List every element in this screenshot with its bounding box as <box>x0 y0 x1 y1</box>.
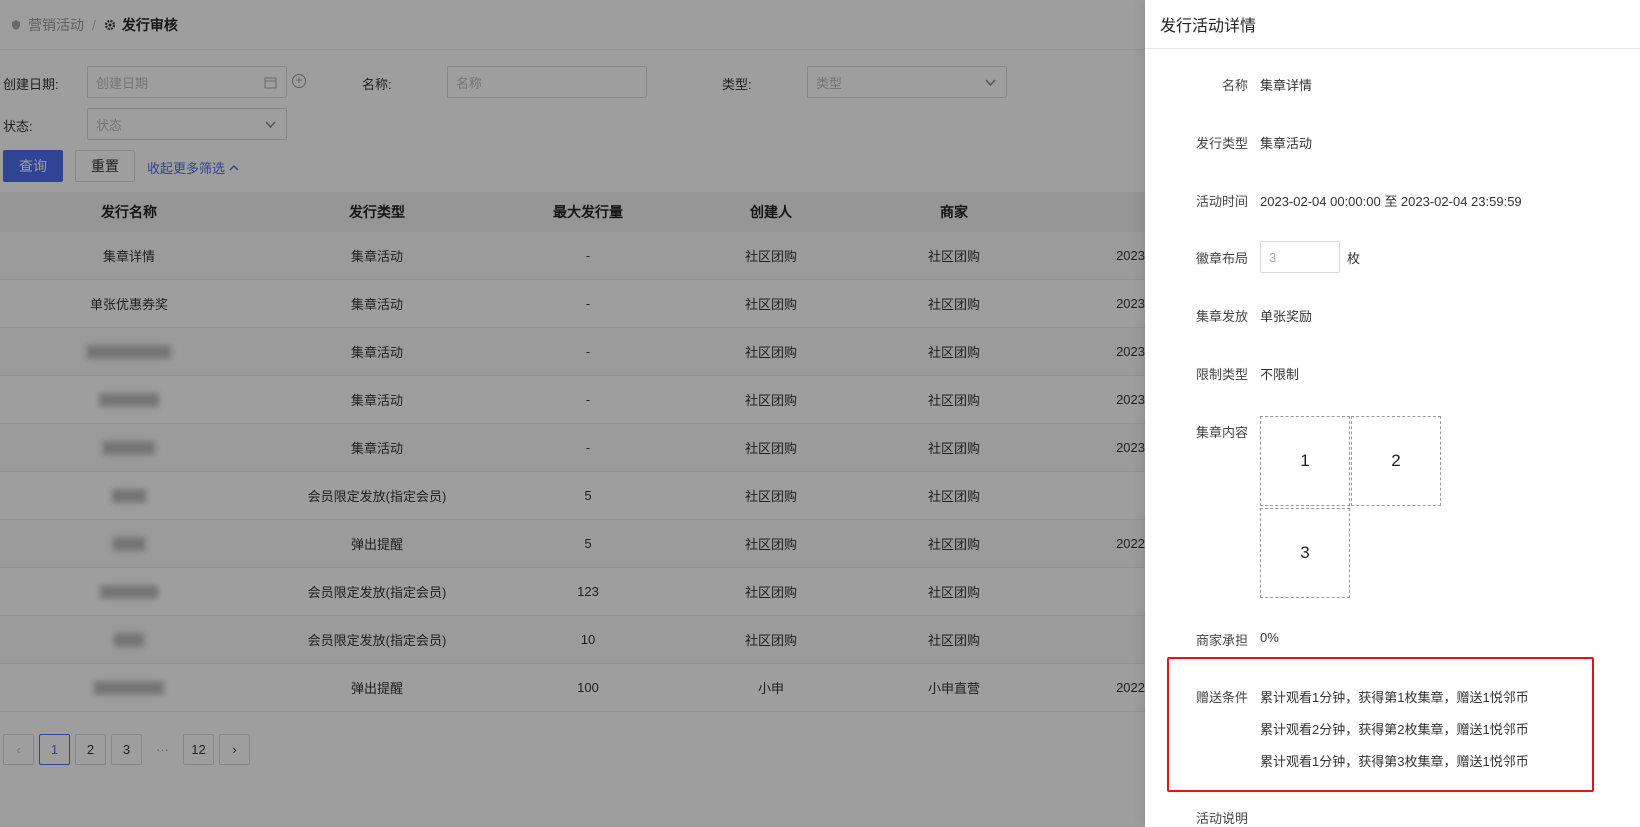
field-value-name: 集章详情 <box>1260 78 1313 93</box>
field-label-name: 名称 <box>1221 78 1248 93</box>
drawer-title: 发行活动详情 <box>1145 0 1640 49</box>
field-value-limit: 不限制 <box>1260 367 1300 382</box>
gift-condition-line: 累计观看1分钟，获得第3枚集章，赠送1悦邻币 <box>1260 754 1529 769</box>
issue-detail-drawer: 发行活动详情 名称 集章详情 发行类型 集章活动 活动时间 2023-02-04… <box>1145 0 1640 827</box>
field-label-limit: 限制类型 <box>1195 367 1248 382</box>
field-value-merchant-share: 0% <box>1260 630 1279 645</box>
gift-condition-line: 累计观看1分钟，获得第1枚集章，赠送1悦邻币 <box>1260 690 1529 705</box>
field-label-type: 发行类型 <box>1195 136 1248 151</box>
field-label-description: 活动说明 <box>1195 811 1248 826</box>
field-value-type: 集章活动 <box>1260 136 1313 151</box>
field-label-issue: 集章发放 <box>1195 309 1248 324</box>
field-value-time: 2023-02-04 00:00:00 至 2023-02-04 23:59:5… <box>1260 194 1522 209</box>
badge-layout-input[interactable]: 3 <box>1260 241 1340 273</box>
gift-condition-line: 累计观看2分钟，获得第2枚集章，赠送1悦邻币 <box>1260 722 1529 737</box>
stamp-slot-2[interactable]: 2 <box>1351 416 1441 506</box>
field-label-merchant-share: 商家承担 <box>1195 633 1248 648</box>
badge-layout-unit: 枚 <box>1347 251 1361 266</box>
field-label-badge-layout: 徽章布局 <box>1195 251 1248 266</box>
field-label-gift-conditions: 赠送条件 <box>1195 690 1248 705</box>
drawer-overlay-mask[interactable] <box>0 0 1145 827</box>
field-label-stamp-content: 集章内容 <box>1195 425 1248 440</box>
stamp-slot-1[interactable]: 1 <box>1260 416 1350 506</box>
field-label-time: 活动时间 <box>1195 194 1248 209</box>
stamp-slot-3[interactable]: 3 <box>1260 508 1350 598</box>
field-value-issue: 单张奖励 <box>1260 309 1313 324</box>
